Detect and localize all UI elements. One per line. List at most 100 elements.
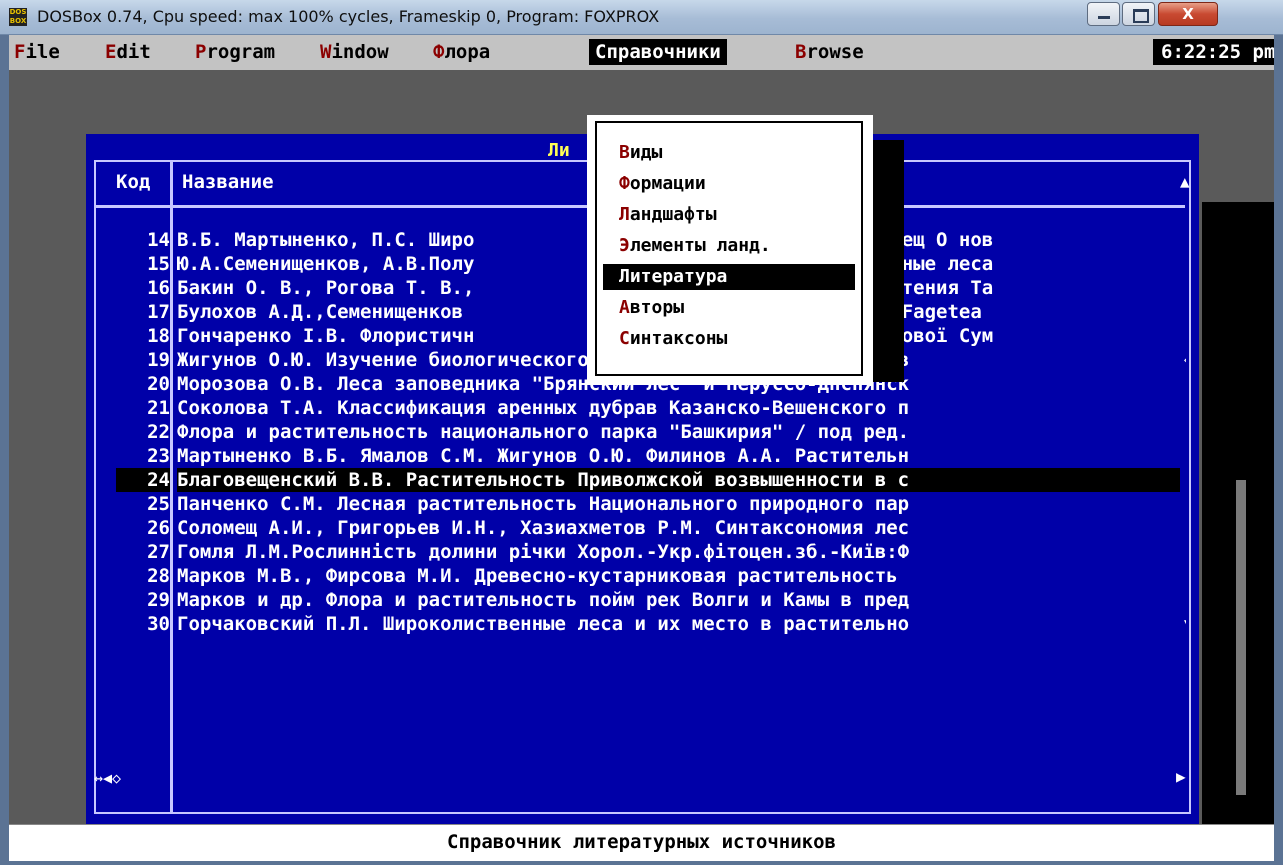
- row-code: 20: [147, 373, 170, 395]
- row-title: Благовещенский В.В. Растительность Приво…: [177, 468, 1180, 492]
- menu-hotkey: B: [795, 41, 807, 63]
- row-code: 26: [147, 517, 170, 539]
- row-code: 24: [116, 468, 170, 492]
- menu-hotkey: Э: [619, 235, 630, 256]
- dropdown-item[interactable]: Формации: [603, 171, 855, 197]
- minimize-icon: [1098, 16, 1110, 19]
- row-code: 30: [147, 613, 170, 635]
- menu-hotkey: В: [619, 142, 630, 163]
- row-title: Марков М.В., Фирсова М.И. Древесно-куста…: [177, 565, 910, 587]
- table-row[interactable]: 24 Благовещенский В.В. Растительность При…: [86, 468, 1186, 492]
- column-header-name[interactable]: Название: [182, 171, 274, 193]
- table-row[interactable]: 29 Марков и др. Флора и растительность по…: [86, 588, 1186, 612]
- menu-spravochniki[interactable]: Справочники: [589, 39, 727, 65]
- row-title-visible: Ю.А.Семенищенков, А.В.Полу: [177, 253, 475, 275]
- menu-hotkey: Ф: [619, 173, 630, 194]
- menu-program[interactable]: Program: [195, 39, 275, 65]
- dosbox-app-icon[interactable]: DOS BOX: [9, 8, 27, 26]
- menu-hotkey: P: [195, 41, 207, 63]
- table-row[interactable]: 26 Соломещ А.И., Григорьев И.Н., Хазиахме…: [86, 516, 1186, 540]
- close-icon: X: [1182, 5, 1194, 23]
- status-message: Справочник литературных источников: [447, 831, 836, 853]
- dropdown-item[interactable]: Элементы ланд.: [603, 233, 855, 259]
- row-title: Мартыненко В.Б. Ямалов С.М. Жигунов О.Ю.…: [177, 445, 910, 467]
- status-bar: Справочник литературных источников: [9, 824, 1274, 861]
- maximize-icon: [1133, 9, 1149, 23]
- row-code: 29: [147, 589, 170, 611]
- menu-hotkey: С: [619, 328, 630, 349]
- dropdown-item-label: лементы ланд.: [629, 235, 771, 256]
- row-title: Панченко С.М. Лесная растительность Наци…: [177, 493, 910, 515]
- maximize-button[interactable]: [1122, 2, 1155, 26]
- scroll-position-icon[interactable]: ◇: [1184, 348, 1186, 372]
- row-code: 15: [147, 253, 170, 275]
- row-title: Соколова Т.А. Классификация аренных дубр…: [177, 397, 910, 419]
- table-row[interactable]: 28 Марков М.В., Фирсова М.И. Древесно-кус…: [86, 564, 1186, 588]
- dosbox-window: DOS BOX DOSBox 0.74, Cpu speed: max 100%…: [0, 0, 1283, 865]
- spravochniki-dropdown: Виды Формации Ландшафты Элементы ланд. Литер…: [587, 115, 873, 385]
- row-title: Горчаковский П.Л. Широколиственные леса …: [177, 613, 910, 635]
- row-title: Гомля Л.М.Рослинність долини річки Хорол…: [177, 541, 910, 563]
- window-title: DOSBox 0.74, Cpu speed: max 100% cycles,…: [37, 7, 660, 26]
- table-row[interactable]: 27 Гомля Л.М.Рослинність долини річки Хор…: [86, 540, 1186, 564]
- dropdown-item[interactable]: Авторы: [603, 295, 855, 321]
- dropdown-item[interactable]: Литература: [603, 264, 855, 290]
- menu-label: rogram: [206, 41, 276, 63]
- menu-label: indow: [331, 41, 389, 63]
- menu-edit[interactable]: Edit: [105, 39, 151, 65]
- menu-bar: File Edit Program Window Флора Справочни…: [9, 35, 1274, 70]
- dropdown-item[interactable]: Виды: [603, 140, 855, 166]
- menu-hotkey: А: [619, 297, 630, 318]
- row-title-visible: Бакин О. В., Рогова Т. В.,: [177, 277, 475, 299]
- row-title-visible: В.Б. Мартыненко, П.С. Широ: [177, 229, 475, 251]
- table-row[interactable]: 25 Панченко С.М. Лесная растительность На…: [86, 492, 1186, 516]
- menu-label: лора: [444, 41, 491, 63]
- menu-hotkey: Ф: [433, 41, 445, 63]
- dos-screen: File Edit Program Window Флора Справочни…: [9, 35, 1274, 861]
- menu-hotkey: Л: [619, 204, 630, 225]
- row-code: 14: [147, 229, 170, 251]
- row-title-visible: Булохов А.Д.,Семенищенков: [177, 301, 475, 323]
- menu-browse[interactable]: Browse: [795, 39, 864, 65]
- row-code: 28: [147, 565, 170, 587]
- scroll-up-icon[interactable]: ▲: [1180, 172, 1190, 191]
- row-code: 23: [147, 445, 170, 467]
- dropdown-item-label: иды: [629, 142, 663, 163]
- dropdown-item-label: вторы: [629, 297, 685, 318]
- menu-label: rowse: [806, 41, 864, 63]
- title-bar[interactable]: DOS BOX DOSBox 0.74, Cpu speed: max 100%…: [0, 0, 1283, 35]
- row-code: 17: [147, 301, 170, 323]
- menu-window[interactable]: Window: [320, 39, 389, 65]
- row-title: Марков и др. Флора и растительность пойм…: [177, 589, 910, 611]
- table-row[interactable]: 30 Горчаковский П.Л. Широколиственные лес…: [86, 612, 1186, 636]
- dropdown-item[interactable]: Ландшафты: [603, 202, 855, 228]
- row-title-visible: Гончаренко І.В. Флористичн: [177, 325, 475, 347]
- horizontal-scroll-right-icon[interactable]: ▶: [1176, 767, 1186, 786]
- dropdown-item-label: андшафты: [629, 204, 717, 225]
- table-row[interactable]: 21 Соколова Т.А. Классификация аренных ду…: [86, 396, 1186, 420]
- scroll-thumb[interactable]: [1236, 480, 1246, 795]
- row-title: Флора и растительность национального пар…: [177, 421, 910, 443]
- column-header-code[interactable]: Код: [116, 171, 150, 193]
- horizontal-scroll-left-icon[interactable]: ↔◀◇: [94, 769, 121, 787]
- dropdown-item-label: интаксоны: [629, 328, 728, 349]
- row-code: 25: [147, 493, 170, 515]
- menu-flora[interactable]: Флора: [433, 39, 490, 65]
- menu-hotkey: W: [320, 41, 332, 63]
- menu-hotkey: F: [14, 41, 26, 63]
- minimize-button[interactable]: [1087, 2, 1120, 26]
- close-button[interactable]: X: [1158, 2, 1218, 26]
- dropdown-item-label: ормации: [629, 173, 706, 194]
- row-code: 21: [147, 397, 170, 419]
- scroll-down-icon[interactable]: ▼: [1184, 612, 1186, 636]
- menu-label: ile: [25, 41, 60, 63]
- clock: 6:22:25 pm: [1153, 39, 1274, 65]
- menu-label: dit: [116, 41, 151, 63]
- row-code: 16: [147, 277, 170, 299]
- menu-file[interactable]: File: [14, 39, 60, 65]
- table-row[interactable]: 23 Мартыненко В.Б. Ямалов С.М. Жигунов О.…: [86, 444, 1186, 468]
- row-code: 22: [147, 421, 170, 443]
- dropdown-item[interactable]: Синтаксоны: [603, 326, 855, 352]
- table-row[interactable]: 22 Флора и растительность национального п…: [86, 420, 1186, 444]
- row-code: 19: [147, 349, 170, 371]
